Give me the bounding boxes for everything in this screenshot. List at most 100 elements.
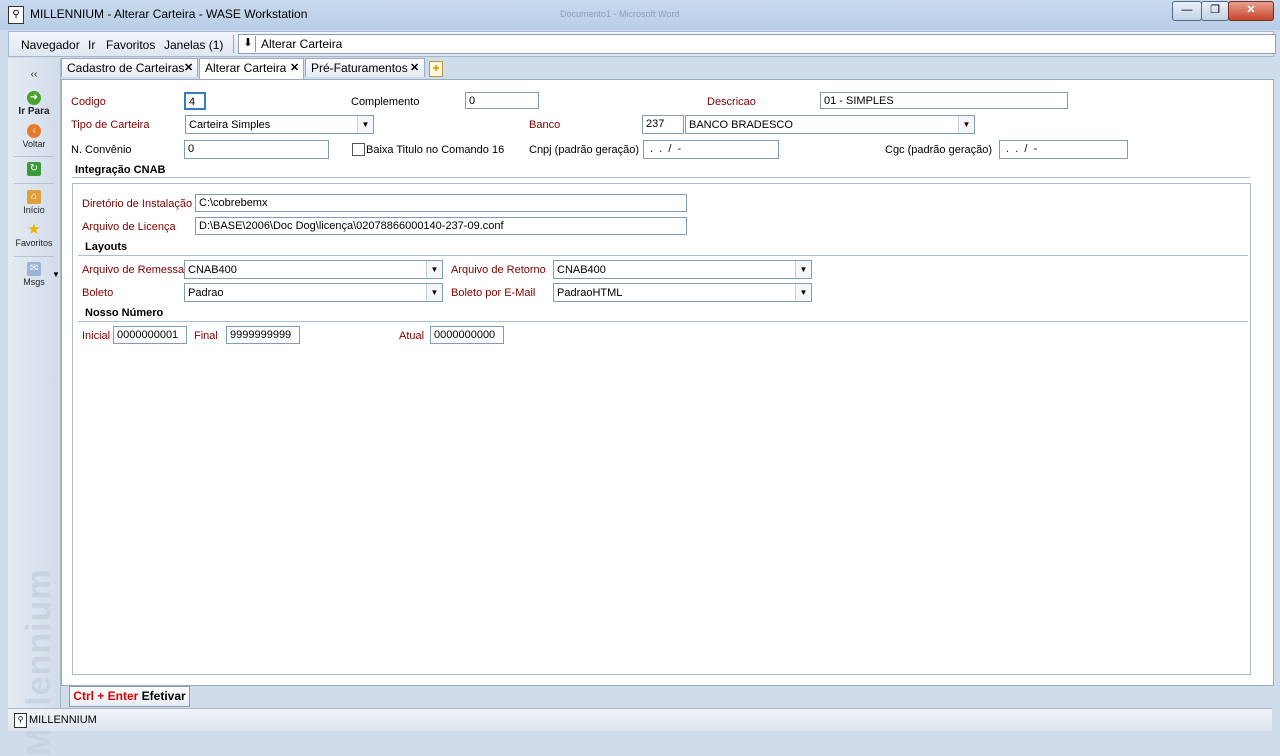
- descricao-input[interactable]: 01 - SIMPLES: [820, 92, 1068, 109]
- tab-cadastro-carteiras[interactable]: Cadastro de Carteiras ✕: [61, 58, 198, 77]
- efetivar-shortcut: Ctrl + Enter: [73, 689, 139, 703]
- new-tab-icon[interactable]: ✚: [429, 61, 443, 77]
- convenio-label: N. Convênio: [71, 144, 132, 156]
- banco-label: Banco: [529, 119, 561, 131]
- efetivar-label: Efetivar: [141, 689, 186, 703]
- section-divider: [78, 255, 1248, 256]
- codigo-label: Codigo: [71, 96, 106, 108]
- retorno-select[interactable]: CNAB400 ▼: [553, 260, 812, 279]
- diretorio-input[interactable]: C:\cobrebemx: [195, 194, 687, 212]
- chevron-down-icon[interactable]: ▼: [426, 284, 442, 301]
- codigo-input[interactable]: 4: [184, 92, 206, 110]
- baixa-titulo-checkbox[interactable]: [352, 143, 365, 156]
- remessa-select[interactable]: CNAB400 ▼: [184, 260, 443, 279]
- tab-alterar-carteira[interactable]: Alterar Carteira ✕: [199, 58, 304, 79]
- tipo-carteira-label: Tipo de Carteira: [71, 119, 150, 131]
- efetivar-button[interactable]: Ctrl + Enter Efetivar: [69, 686, 190, 707]
- atual-input[interactable]: 0000000000: [430, 326, 504, 344]
- title-bar: ⚲ MILLENNIUM - Alterar Carteira - WASE W…: [0, 0, 1280, 30]
- go-arrow-icon: ➜: [27, 91, 41, 105]
- chevron-down-icon[interactable]: ▼: [357, 116, 373, 133]
- messages-icon: ✉: [27, 262, 41, 276]
- sidebar-item-label: Favoritos: [15, 238, 53, 248]
- licenca-label: Arquivo de Licença: [82, 221, 176, 233]
- section-divider: [78, 321, 1248, 322]
- sidebar-item-label: Ir Para: [18, 106, 50, 117]
- status-text: MILLENNIUM: [29, 714, 97, 726]
- inicial-label: Inicial: [82, 330, 111, 342]
- menu-bar: Navegador Ir Favoritos Janelas (1) ⬇ Alt…: [8, 31, 1276, 57]
- banco-select[interactable]: BANCO BRADESCO ▼: [685, 115, 975, 134]
- tab-pre-faturamentos[interactable]: Pré-Faturamentos ✕: [305, 58, 425, 77]
- menu-divider: [233, 35, 234, 53]
- cnpj-label: Cnpj (padrão geração): [529, 144, 640, 156]
- menu-favoritos[interactable]: Favoritos: [106, 38, 155, 52]
- status-bar: ⚲ MILLENNIUM: [8, 708, 1272, 731]
- tipo-carteira-select[interactable]: Carteira Simples ▼: [185, 115, 374, 134]
- collapse-sidebar-icon[interactable]: ‹‹: [8, 69, 60, 80]
- window-title: MILLENNIUM - Alterar Carteira - WASE Wor…: [30, 7, 308, 21]
- navigation-text: Alterar Carteira: [261, 37, 343, 51]
- sidebar-item-favoritos[interactable]: ★ Favoritos: [8, 221, 60, 248]
- tab-label: Cadastro de Carteiras: [67, 61, 185, 75]
- licenca-input[interactable]: D:\BASE\2006\Doc Dog\licença\02078866000…: [195, 217, 687, 235]
- sidebar-item-inicio[interactable]: ⌂ Início: [8, 190, 60, 215]
- msgs-dropdown-icon[interactable]: ▼: [52, 270, 60, 279]
- close-tab-icon[interactable]: ✕: [184, 59, 193, 78]
- layouts-title: Layouts: [85, 241, 128, 253]
- boleto-email-label: Boleto por E-Mail: [451, 287, 536, 299]
- cgc-input[interactable]: . . / -: [999, 140, 1128, 159]
- boleto-email-select[interactable]: PadraoHTML ▼: [553, 283, 812, 302]
- background-window-title: Documento1 - Microsoft Word: [560, 9, 680, 19]
- banco-code-input[interactable]: 237: [642, 115, 684, 134]
- menu-navegador[interactable]: Navegador: [21, 38, 80, 52]
- close-tab-icon[interactable]: ✕: [410, 59, 419, 78]
- form-panel: Codigo 4 Complemento 0 Descricao 01 - SI…: [61, 79, 1274, 686]
- sidebar-item-ir-para[interactable]: ➜ Ir Para: [8, 91, 60, 117]
- descricao-label: Descricao: [707, 96, 756, 108]
- menu-janelas[interactable]: Janelas (1): [164, 38, 223, 52]
- boleto-select[interactable]: Padrao ▼: [184, 283, 443, 302]
- down-arrow-icon[interactable]: ⬇: [241, 36, 256, 52]
- menu-ir[interactable]: Ir: [88, 38, 95, 52]
- baixa-titulo-label: Baixa Titulo no Comando 16: [366, 144, 505, 156]
- boleto-label: Boleto: [82, 287, 114, 299]
- chevron-down-icon[interactable]: ▼: [426, 261, 442, 278]
- close-tab-icon[interactable]: ✕: [290, 59, 299, 78]
- section-divider: [72, 177, 1250, 178]
- star-icon: ★: [27, 221, 41, 238]
- app-icon[interactable]: ⚲: [8, 6, 24, 24]
- final-input[interactable]: 9999999999: [226, 326, 300, 344]
- sidebar-item-refresh[interactable]: ↻: [8, 162, 60, 177]
- retorno-label: Arquivo de Retorno: [451, 264, 546, 276]
- sidebar-divider: [14, 156, 54, 157]
- banco-name-value: BANCO BRADESCO: [689, 119, 793, 131]
- navigation-field[interactable]: ⬇ Alterar Carteira: [238, 34, 1276, 54]
- app-icon: ⚲: [14, 713, 27, 728]
- minimize-button[interactable]: —: [1172, 1, 1202, 21]
- restore-button[interactable]: ❐: [1201, 1, 1229, 21]
- sidebar-item-label: Voltar: [22, 139, 46, 149]
- close-button[interactable]: ✕: [1228, 1, 1274, 21]
- boleto-email-value: PadraoHTML: [557, 287, 623, 299]
- tab-label: Alterar Carteira: [205, 61, 287, 75]
- sidebar-item-label: Início: [23, 205, 45, 215]
- sidebar-item-voltar[interactable]: ‹ Voltar: [8, 124, 60, 149]
- chevron-down-icon[interactable]: ▼: [958, 116, 974, 133]
- remessa-label: Arquivo de Remessa: [82, 264, 185, 276]
- tipo-carteira-value: Carteira Simples: [189, 119, 271, 131]
- home-icon: ⌂: [27, 190, 41, 204]
- chevron-down-icon[interactable]: ▼: [795, 261, 811, 278]
- sidebar-divider: [14, 256, 54, 257]
- back-icon: ‹: [27, 124, 41, 138]
- complemento-input[interactable]: 0: [465, 92, 539, 109]
- chevron-down-icon[interactable]: ▼: [795, 284, 811, 301]
- convenio-input[interactable]: 0: [184, 140, 329, 159]
- remessa-value: CNAB400: [188, 264, 237, 276]
- cnpj-input[interactable]: . . / -: [643, 140, 779, 159]
- refresh-icon: ↻: [27, 162, 41, 176]
- inicial-input[interactable]: 0000000001: [113, 326, 187, 344]
- tab-label: Pré-Faturamentos: [311, 61, 408, 75]
- cnab-section-title: Integração CNAB: [75, 164, 166, 176]
- diretorio-label: Diretório de Instalação: [82, 198, 193, 210]
